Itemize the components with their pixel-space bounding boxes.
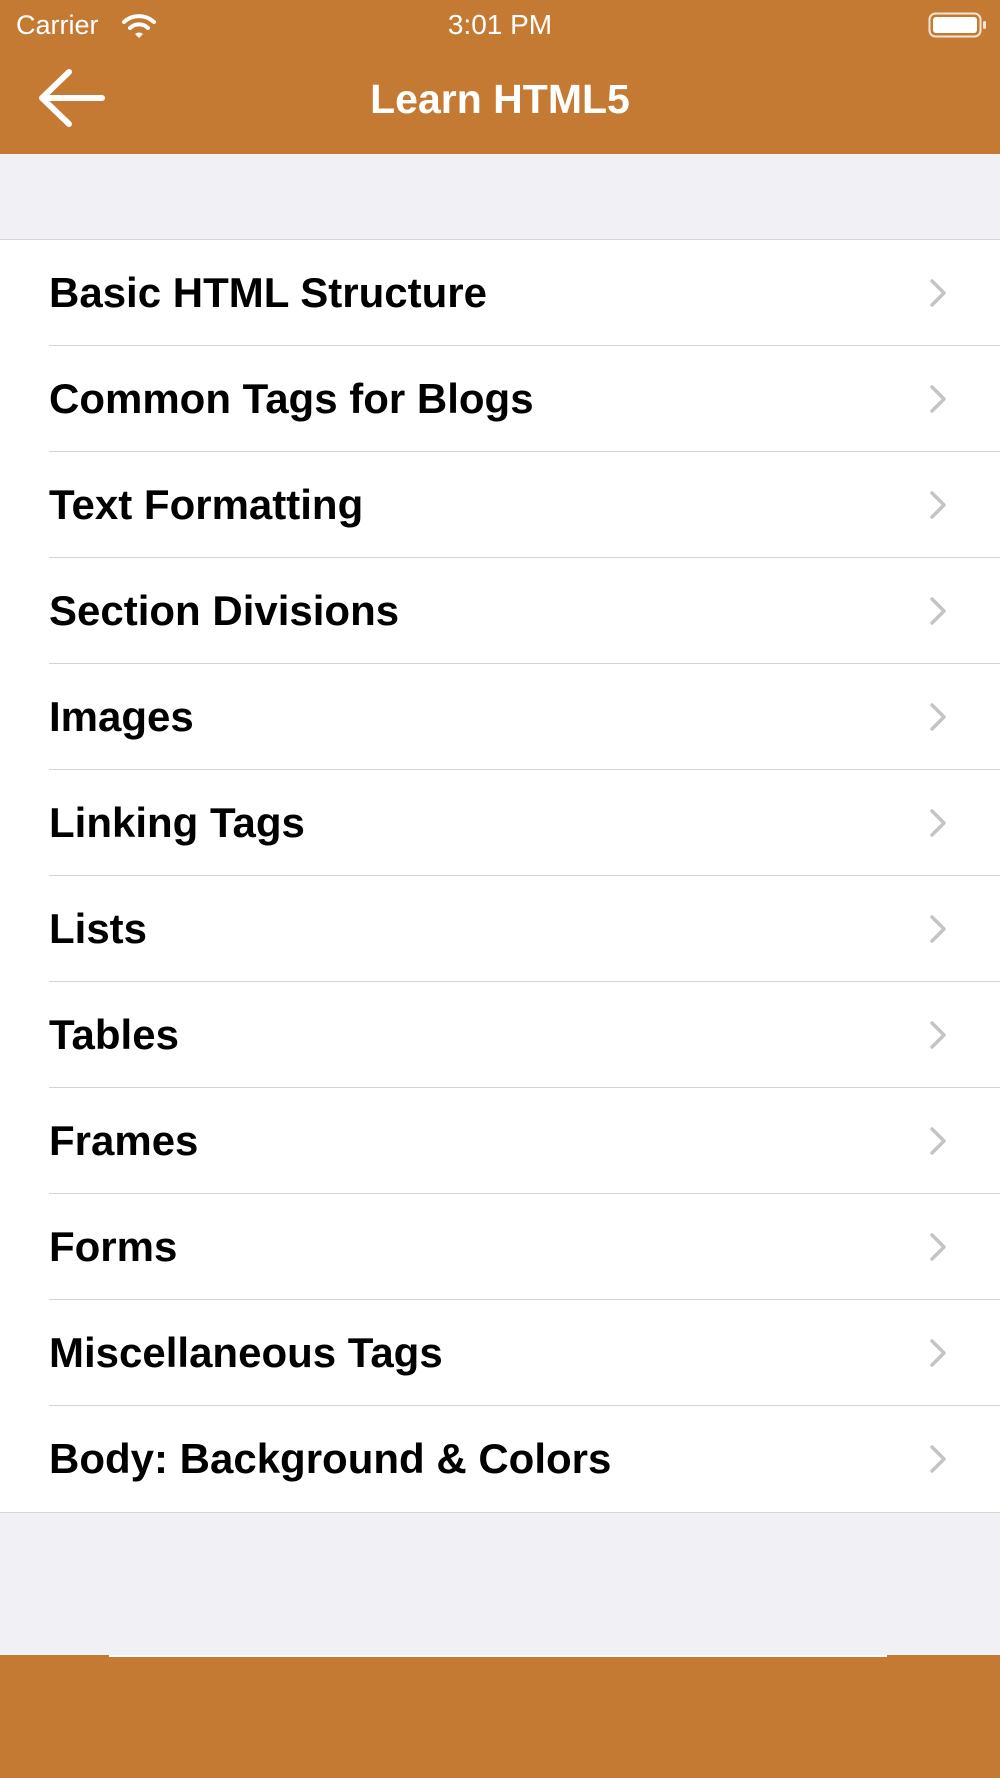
list-item[interactable]: Miscellaneous Tags <box>0 1300 1000 1406</box>
list-item[interactable]: Basic HTML Structure <box>0 240 1000 346</box>
list-item[interactable]: Images <box>0 664 1000 770</box>
status-bar: Carrier 3:01 PM <box>0 0 1000 50</box>
chevron-right-icon <box>930 385 946 413</box>
list-item[interactable]: Section Divisions <box>0 558 1000 664</box>
list-item-label: Forms <box>49 1223 178 1270</box>
bottom-banner <box>0 1655 1000 1778</box>
list-item-label: Miscellaneous Tags <box>49 1329 443 1376</box>
chevron-right-icon <box>930 1021 946 1049</box>
list-item[interactable]: Body: Background & Colors <box>0 1406 1000 1512</box>
list-item-label: Common Tags for Blogs <box>49 375 534 422</box>
list-item-label: Section Divisions <box>49 587 400 634</box>
list-item-label: Basic HTML Structure <box>49 269 487 316</box>
chevron-right-icon <box>930 279 946 307</box>
list-item-label: Images <box>49 693 194 740</box>
status-time: 3:01 PM <box>447 9 553 40</box>
list-item-label: Linking Tags <box>49 799 305 846</box>
list-item-label: Lists <box>49 905 148 952</box>
list-item-label: Tables <box>49 1011 179 1058</box>
chevron-right-icon <box>930 1445 946 1473</box>
navigation-header: Carrier 3:01 PM Learn HTML5 <box>0 0 1000 154</box>
list-item[interactable]: Tables <box>0 982 1000 1088</box>
chevron-right-icon <box>930 597 946 625</box>
chevron-right-icon <box>930 809 946 837</box>
list-item[interactable]: Lists <box>0 876 1000 982</box>
topic-list: Basic HTML Structure Common Tags for Blo… <box>0 239 1000 1513</box>
chevron-right-icon <box>930 703 946 731</box>
list-item[interactable]: Forms <box>0 1194 1000 1300</box>
chevron-right-icon <box>930 491 946 519</box>
banner-divider <box>109 1655 887 1657</box>
page-title: Learn HTML5 <box>370 76 630 122</box>
list-item-label: Body: Background & Colors <box>49 1435 612 1482</box>
list-item-label: Frames <box>49 1117 199 1164</box>
list-item[interactable]: Frames <box>0 1088 1000 1194</box>
chevron-right-icon <box>930 915 946 943</box>
list-item-label: Text Formatting <box>49 481 364 528</box>
chevron-right-icon <box>930 1127 946 1155</box>
chevron-right-icon <box>930 1339 946 1367</box>
list-item[interactable]: Text Formatting <box>0 452 1000 558</box>
chevron-right-icon <box>930 1233 946 1261</box>
list-item[interactable]: Linking Tags <box>0 770 1000 876</box>
list-item[interactable]: Common Tags for Blogs <box>0 346 1000 452</box>
battery-icon <box>928 12 986 38</box>
